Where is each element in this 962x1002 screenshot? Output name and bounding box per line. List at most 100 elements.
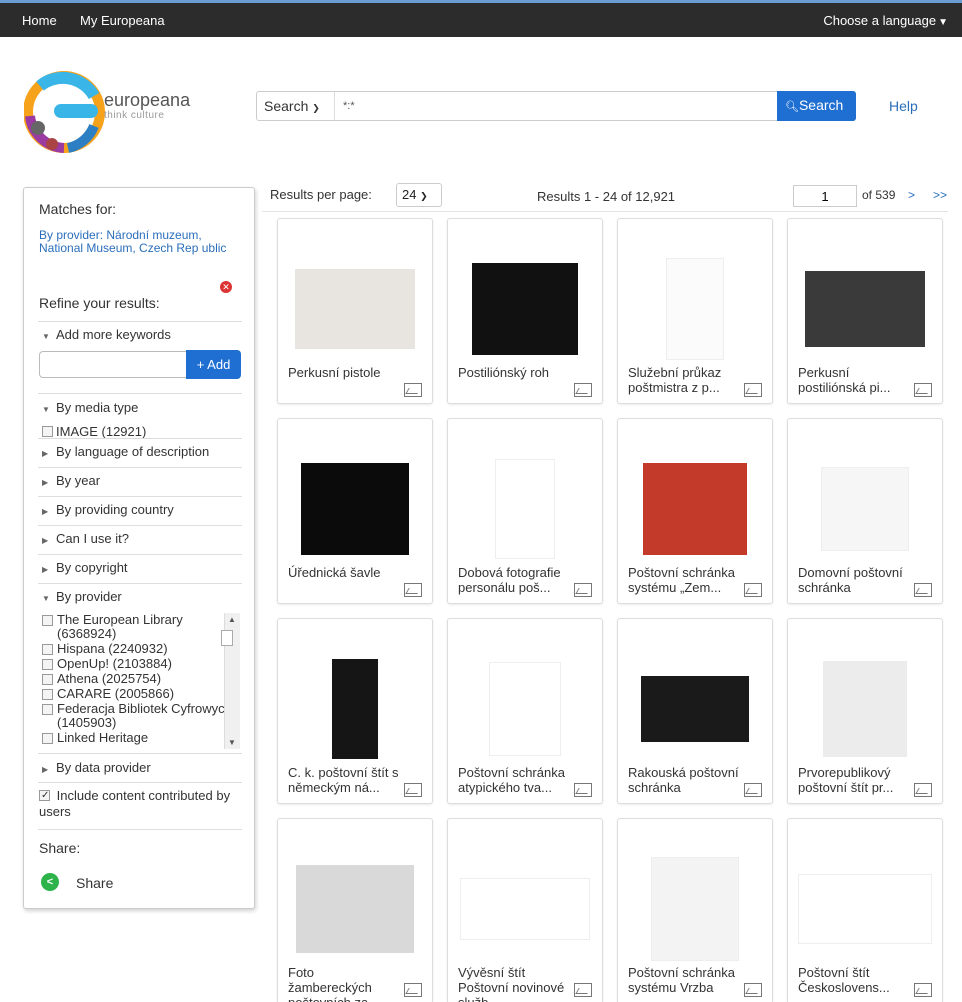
result-thumbnail[interactable]: [641, 676, 749, 742]
share-button[interactable]: Share: [76, 875, 113, 891]
provider-option[interactable]: CARARE (2005866): [42, 687, 242, 701]
result-title[interactable]: Perkusní pistole: [288, 365, 400, 380]
result-thumbnail[interactable]: [489, 662, 561, 756]
result-thumbnail[interactable]: [643, 463, 747, 555]
result-title[interactable]: Postiliónský roh: [458, 365, 570, 380]
result-thumbnail[interactable]: [823, 661, 907, 757]
nav-my-europeana-link[interactable]: My Europeana: [80, 13, 165, 28]
result-title[interactable]: C. k. poštovní štít s německým ná...: [288, 765, 400, 795]
result-title[interactable]: Poštovní schránka atypického tva...: [458, 765, 570, 795]
checkbox[interactable]: [42, 615, 53, 626]
facet-data-provider[interactable]: ▶ By data provider: [42, 760, 151, 775]
result-card[interactable]: Poštovní štít Českoslovens...: [787, 818, 943, 1002]
last-page-link[interactable]: >>: [933, 188, 947, 202]
result-card[interactable]: Rakouská poštovní schránka: [617, 618, 773, 804]
result-card[interactable]: Vývěsní štít Poštovní novinové služb...: [447, 818, 603, 1002]
result-title[interactable]: Vývěsní štít Poštovní novinové služb...: [458, 965, 570, 1002]
provider-option[interactable]: Federacja Bibliotek Cyfrowych (1405903): [42, 702, 242, 730]
checkbox[interactable]: [42, 689, 53, 700]
search-type-dropdown[interactable]: Search ❯: [257, 92, 335, 120]
result-card[interactable]: Poštovní schránka systému „Zem...: [617, 418, 773, 604]
media-image-option[interactable]: IMAGE (12921): [42, 424, 146, 439]
provider-option[interactable]: Linked Heritage: [42, 731, 242, 745]
result-thumbnail[interactable]: [805, 271, 925, 347]
result-title[interactable]: Služební průkaz poštmistra z p...: [628, 365, 740, 395]
result-card[interactable]: Perkusní postiliónská pi...: [787, 218, 943, 404]
scroll-up-icon[interactable]: ▲: [228, 615, 236, 624]
result-title[interactable]: Poštovní schránka systému „Zem...: [628, 565, 740, 595]
add-keyword-button[interactable]: + Add: [186, 350, 241, 379]
provider-filter-link[interactable]: By provider: Národní muzeum, National Mu…: [39, 229, 244, 255]
option-label: CARARE (2005866): [57, 686, 175, 701]
search-button[interactable]: 🔍︎Search: [777, 91, 856, 121]
include-users-option[interactable]: Include content contributed by users: [39, 788, 239, 820]
result-thumbnail[interactable]: [472, 263, 578, 355]
result-card[interactable]: Perkusní pistole: [277, 218, 433, 404]
share-icon[interactable]: <: [41, 873, 59, 891]
checkbox[interactable]: [42, 733, 53, 744]
result-thumbnail[interactable]: [495, 459, 555, 559]
result-card[interactable]: C. k. poštovní štít s německým ná...: [277, 618, 433, 804]
result-card[interactable]: Služební průkaz poštmistra z p...: [617, 218, 773, 404]
facet-language[interactable]: ▶ By language of description: [42, 444, 209, 459]
refine-heading: Refine your results:: [39, 295, 160, 311]
checkbox[interactable]: [42, 704, 53, 715]
facet-add-keywords[interactable]: ▼ Add more keywords: [42, 327, 171, 342]
facet-country[interactable]: ▶ By providing country: [42, 502, 174, 517]
result-title[interactable]: Úřednická šavle: [288, 565, 400, 580]
result-title[interactable]: Rakouská poštovní schránka: [628, 765, 740, 795]
result-card[interactable]: Úřednická šavle: [277, 418, 433, 604]
result-thumbnail[interactable]: [666, 258, 724, 360]
result-card[interactable]: Foto žambereckých poštovních za...: [277, 818, 433, 1002]
result-title[interactable]: Domovní poštovní schránka: [798, 565, 910, 595]
results-per-page-select[interactable]: 24 ❯: [396, 183, 442, 207]
facet-year[interactable]: ▶ By year: [42, 473, 100, 488]
checkbox[interactable]: [42, 674, 53, 685]
provider-option[interactable]: Athena (2025754): [42, 672, 242, 686]
result-card[interactable]: Domovní poštovní schránka: [787, 418, 943, 604]
facet-can-use[interactable]: ▶ Can I use it?: [42, 531, 129, 546]
checkbox[interactable]: [42, 426, 53, 437]
checkbox[interactable]: [39, 788, 50, 804]
result-thumbnail[interactable]: [821, 467, 909, 551]
result-title[interactable]: Perkusní postiliónská pi...: [798, 365, 910, 395]
facet-provider[interactable]: ▼ By provider: [42, 589, 122, 604]
result-card[interactable]: Prvorepublikový poštovní štít pr...: [787, 618, 943, 804]
result-thumbnail[interactable]: [296, 865, 414, 953]
result-title[interactable]: Dobová fotografie personálu poš...: [458, 565, 570, 595]
page-number-input[interactable]: [793, 185, 857, 207]
language-selector[interactable]: Choose a language ▼: [823, 13, 948, 28]
result-thumbnail[interactable]: [460, 878, 590, 940]
scroll-down-icon[interactable]: ▼: [228, 738, 236, 747]
keyword-input[interactable]: [39, 351, 187, 378]
provider-option[interactable]: The European Library (6368924): [42, 613, 242, 641]
checkbox[interactable]: [42, 644, 53, 655]
result-thumbnail[interactable]: [332, 659, 378, 759]
help-link[interactable]: Help: [889, 98, 918, 114]
remove-filter-icon[interactable]: ✕: [220, 281, 232, 293]
provider-option[interactable]: Hispana (2240932): [42, 642, 242, 656]
result-title[interactable]: Poštovní štít Českoslovens...: [798, 965, 910, 995]
result-title[interactable]: Poštovní schránka systému Vrzba: [628, 965, 740, 995]
scroll-thumb[interactable]: [221, 630, 233, 646]
facet-media-type[interactable]: ▼ By media type: [42, 400, 138, 415]
search-type-label: Search: [264, 98, 309, 114]
next-page-link[interactable]: >: [908, 188, 915, 202]
result-thumbnail[interactable]: [651, 857, 739, 961]
result-card[interactable]: Poštovní schránka atypického tva...: [447, 618, 603, 804]
result-card[interactable]: Poštovní schránka systému Vrzba: [617, 818, 773, 1002]
result-card[interactable]: Postiliónský roh: [447, 218, 603, 404]
result-thumbnail[interactable]: [301, 463, 409, 555]
result-thumbnail[interactable]: [798, 874, 932, 944]
result-card[interactable]: Dobová fotografie personálu poš...: [447, 418, 603, 604]
provider-option[interactable]: OpenUp! (2103884): [42, 657, 242, 671]
nav-home-link[interactable]: Home: [22, 13, 57, 28]
result-thumbnail[interactable]: [295, 269, 415, 349]
provider-scrollbar[interactable]: ▲ ▼: [221, 613, 240, 749]
matches-for-heading: Matches for:: [39, 201, 117, 217]
facet-copyright[interactable]: ▶ By copyright: [42, 560, 128, 575]
result-title[interactable]: Prvorepublikový poštovní štít pr...: [798, 765, 910, 795]
result-title[interactable]: Foto žambereckých poštovních za...: [288, 965, 400, 1002]
search-input[interactable]: [343, 96, 773, 116]
checkbox[interactable]: [42, 659, 53, 670]
